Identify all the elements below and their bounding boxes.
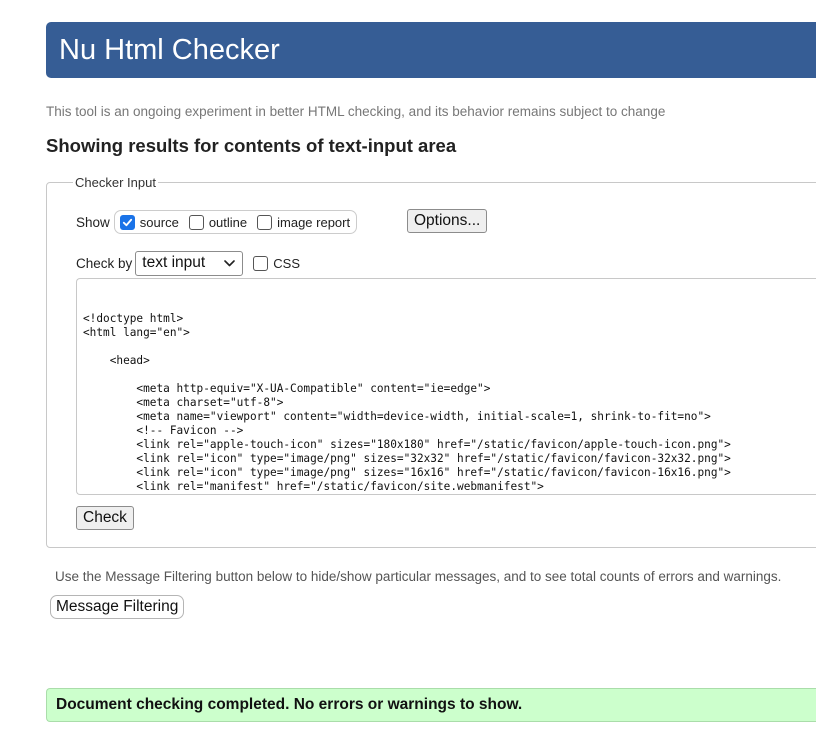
check-by-select[interactable]: text input [135,250,244,276]
check-by-row: Check by text input CSS [76,250,300,276]
page-header: Nu Html Checker [46,22,816,78]
show-image-report-option[interactable]: image report [257,214,351,230]
image-report-option-label: image report [277,214,351,230]
source-checkbox[interactable] [119,214,135,230]
show-source-option[interactable]: source [119,214,179,230]
checker-input-legend: Checker Input [73,175,158,190]
chevron-down-icon [224,259,236,266]
options-button[interactable]: Options... [407,209,488,233]
source-option-label: source [139,214,179,230]
message-filtering-button[interactable]: Message Filtering [50,595,185,619]
show-options-group: source outline image report [113,210,358,234]
success-message: Document checking completed. No errors o… [46,688,816,722]
source-code-content: <!doctype html> <html lang="en"> <head> … [83,312,731,493]
check-button[interactable]: Check [76,506,134,530]
page-title: Nu Html Checker [59,34,280,66]
experiment-notice: This tool is an ongoing experiment in be… [46,104,666,119]
show-label: Show [76,214,110,230]
css-option-label: CSS [273,255,301,271]
checkmark-icon [122,218,132,226]
outline-checkbox[interactable] [188,214,204,230]
outline-option-label: outline [208,214,248,230]
show-options-row: Show source outline image report [76,210,358,234]
check-by-selected-value: text input [142,254,206,271]
image-report-checkbox[interactable] [257,214,273,230]
css-option[interactable]: CSS [253,255,301,271]
check-by-label: Check by [76,255,133,271]
css-checkbox[interactable] [253,255,269,271]
source-textarea[interactable]: <!doctype html> <html lang="en"> <head> … [76,278,816,495]
show-outline-option[interactable]: outline [188,214,248,230]
message-filtering-note: Use the Message Filtering button below t… [55,569,782,584]
results-heading: Showing results for contents of text-inp… [46,135,457,156]
